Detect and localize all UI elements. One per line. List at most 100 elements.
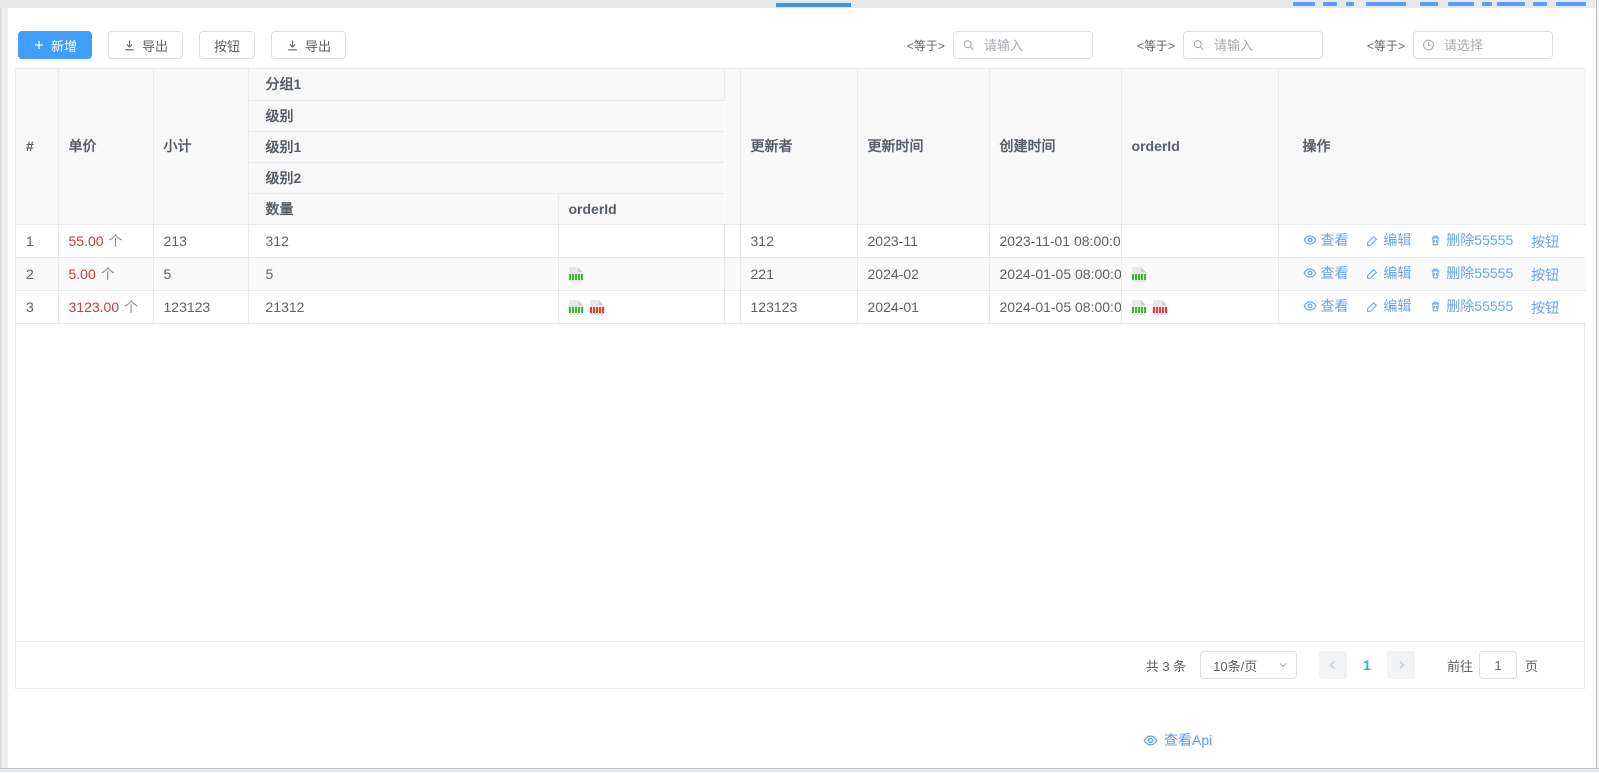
header-group1: 分组1 <box>248 69 724 100</box>
pagination-bar: 共 3 条 10条/页 1 前往 页 <box>16 641 1584 688</box>
add-button[interactable]: 新增 <box>18 31 92 59</box>
updater-cell: 221 <box>740 257 857 290</box>
price-value: 5.00 <box>69 266 96 282</box>
export-button-1[interactable]: 导出 <box>108 31 183 59</box>
unit-price-cell: 5.00 个 <box>58 257 153 290</box>
button-action-link[interactable]: 按钮 <box>1531 232 1559 252</box>
row-index-cell: 1 <box>16 224 58 257</box>
delete-action-link[interactable]: 删除55555 <box>1429 230 1513 250</box>
subtotal-cell: 213 <box>153 224 248 257</box>
header-quantity: 数量 <box>248 193 558 224</box>
active-tab-indicator <box>776 3 851 7</box>
excel-file-icon[interactable] <box>569 267 583 282</box>
goto-label: 前往 <box>1447 656 1473 675</box>
prev-page-button[interactable] <box>1319 651 1347 679</box>
gutter-cell <box>724 290 740 323</box>
header-level2: 级别2 <box>248 162 724 193</box>
header-order-id-sub: orderId <box>558 193 724 224</box>
view-action-link[interactable]: 查看 <box>1303 296 1349 316</box>
filter-operator-label[interactable]: <等于> <box>907 37 945 54</box>
update-time-cell: 2024-02 <box>857 257 989 290</box>
header-level1: 级别1 <box>248 131 724 162</box>
header-order-id: orderId <box>1121 69 1278 224</box>
edit-action-link[interactable]: 编辑 <box>1366 230 1411 250</box>
eye-icon <box>1303 299 1317 313</box>
subtotal-cell: 5 <box>153 257 248 290</box>
price-unit: 个 <box>101 266 115 282</box>
eye-icon <box>1303 266 1317 280</box>
button-action-link[interactable]: 按钮 <box>1531 298 1559 318</box>
price-unit: 个 <box>109 233 123 249</box>
header-level: 级别 <box>248 100 724 131</box>
search-icon <box>962 39 975 52</box>
filter-group-2: <等于> <box>1137 31 1323 59</box>
header-index: # <box>16 69 58 224</box>
pen-icon <box>1366 267 1379 280</box>
edit-action-link[interactable]: 编辑 <box>1366 296 1411 316</box>
excel-file-icon[interactable] <box>569 300 583 315</box>
table-row[interactable]: 2 5.00个 5 5 221 2024-02 2024-01-05 08:00… <box>16 257 1586 290</box>
gutter-cell <box>724 257 740 290</box>
order-id-cell <box>1121 290 1278 323</box>
grid-header: # 单价 小计 分组1 更新者 更新时间 创建时间 orderId 操作 级别 … <box>16 69 1586 224</box>
quantity-cell: 312 <box>248 224 558 257</box>
pdf-file-icon[interactable] <box>1153 300 1167 315</box>
export-button-2-label: 导出 <box>305 36 331 55</box>
plain-button[interactable]: 按钮 <box>199 31 255 59</box>
chevron-right-icon <box>1394 658 1408 672</box>
quantity-cell: 21312 <box>248 290 558 323</box>
pen-icon <box>1366 234 1379 247</box>
actions-cell: 查看 编辑 删除55555 按钮 <box>1278 257 1586 290</box>
unit-price-cell: 3123.00个 <box>58 290 153 323</box>
edit-action-link[interactable]: 编辑 <box>1366 263 1411 283</box>
view-action-link[interactable]: 查看 <box>1303 230 1349 250</box>
order-id-sub-cell <box>558 224 724 257</box>
header-actions: 操作 <box>1278 69 1586 224</box>
actions-cell: 查看 编辑 删除55555 按钮 <box>1278 224 1586 257</box>
plus-icon <box>33 39 45 51</box>
chevron-left-icon <box>1326 658 1340 672</box>
updater-cell: 312 <box>740 224 857 257</box>
current-page-number[interactable]: 1 <box>1363 657 1371 673</box>
export-button-1-label: 导出 <box>142 36 168 55</box>
price-unit: 个 <box>124 299 138 315</box>
view-api-link[interactable]: 查看Api <box>1143 730 1212 750</box>
filter-group-1: <等于> <box>907 31 1093 59</box>
view-action-link[interactable]: 查看 <box>1303 263 1349 283</box>
goto-page-input[interactable] <box>1479 651 1517 679</box>
update-time-cell: 2023-11 <box>857 224 989 257</box>
clock-icon <box>1422 39 1435 52</box>
plain-button-label: 按钮 <box>214 36 240 55</box>
actions-cell: 查看 编辑 删除55555 按钮 <box>1278 290 1586 323</box>
button-action-link[interactable]: 按钮 <box>1531 265 1559 285</box>
toolbar-buttons: 新增 导出 按钮 导出 <box>18 31 346 59</box>
search-icon <box>1192 39 1205 52</box>
excel-file-icon[interactable] <box>1132 300 1146 315</box>
unit-price-cell: 55.00个 <box>58 224 153 257</box>
gutter-cell <box>724 224 740 257</box>
filter-bar: <等于> <等于> <等于> <box>907 31 1553 59</box>
header-unit-price: 单价 <box>58 69 153 224</box>
header-create-time: 创建时间 <box>989 69 1121 224</box>
excel-file-icon[interactable] <box>1132 267 1146 282</box>
updater-cell: 123123 <box>740 290 857 323</box>
page-content: 新增 导出 按钮 导出 <等于> <box>8 8 1596 768</box>
add-button-label: 新增 <box>51 36 77 55</box>
pdf-file-icon[interactable] <box>590 300 604 315</box>
filter-operator-label[interactable]: <等于> <box>1367 37 1405 54</box>
table-row[interactable]: 3 3123.00个 123123 21312 123123 2024-01 2… <box>16 290 1586 323</box>
header-subtotal: 小计 <box>153 69 248 224</box>
page-size-select[interactable]: 10条/页 <box>1200 651 1297 679</box>
next-page-button[interactable] <box>1387 651 1415 679</box>
create-time-cell: 2024-01-05 08:00:00 <box>989 257 1121 290</box>
table-row[interactable]: 1 55.00个 213 312 312 2023-11 2023-11-01 … <box>16 224 1586 257</box>
delete-action-link[interactable]: 删除55555 <box>1429 263 1513 283</box>
export-button-2[interactable]: 导出 <box>271 31 346 59</box>
left-frame-bar <box>0 8 8 768</box>
row-index-cell: 3 <box>16 290 58 323</box>
subtotal-cell: 123123 <box>153 290 248 323</box>
delete-action-link[interactable]: 删除55555 <box>1429 296 1513 316</box>
order-id-sub-cell <box>558 257 724 290</box>
filter-operator-label[interactable]: <等于> <box>1137 37 1175 54</box>
trash-icon <box>1429 267 1442 280</box>
